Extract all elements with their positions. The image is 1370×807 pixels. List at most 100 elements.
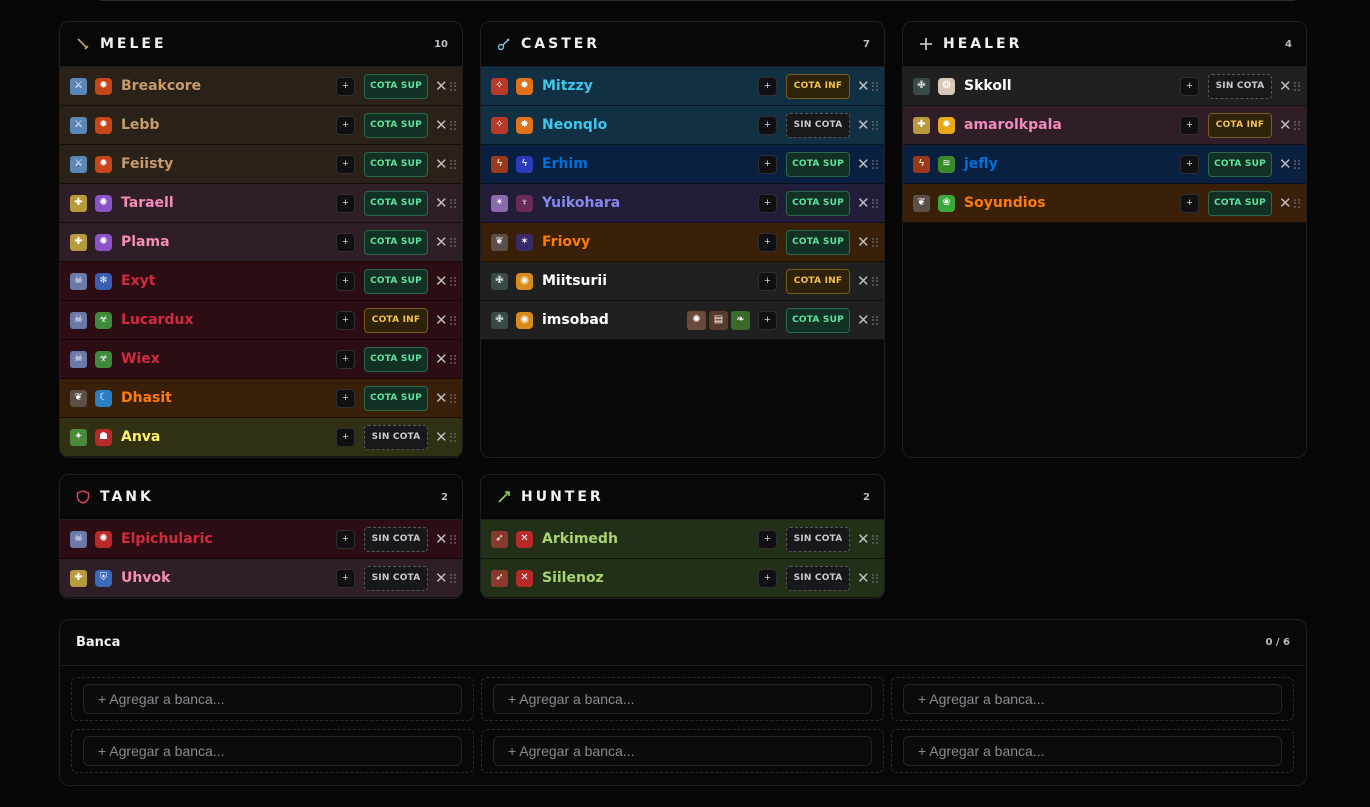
remove-icon[interactable]: ✕: [1279, 116, 1292, 134]
drag-handle-icon[interactable]: [872, 81, 878, 91]
drag-handle-icon[interactable]: [872, 534, 878, 544]
player-row[interactable]: ✚ ⛨ Uhvok + SIN COTA ✕: [60, 559, 462, 598]
player-row[interactable]: ✚ ✹ amarolkpala + COTA INF ✕: [903, 106, 1306, 145]
remove-icon[interactable]: ✕: [857, 530, 870, 548]
player-row[interactable]: ➶ ✕ Siilenoz + SIN COTA ✕: [481, 559, 884, 598]
add-button[interactable]: +: [336, 115, 355, 135]
add-button[interactable]: +: [758, 154, 777, 174]
drag-handle-icon[interactable]: [872, 159, 878, 169]
add-button[interactable]: +: [336, 529, 355, 549]
drag-handle-icon[interactable]: [450, 432, 456, 442]
drag-handle-icon[interactable]: [450, 276, 456, 286]
drag-handle-icon[interactable]: [450, 534, 456, 544]
cota-badge[interactable]: COTA SUP: [786, 190, 850, 216]
add-button[interactable]: +: [1180, 193, 1199, 213]
remove-icon[interactable]: ✕: [435, 530, 448, 548]
remove-icon[interactable]: ✕: [1279, 77, 1292, 95]
drag-handle-icon[interactable]: [872, 120, 878, 130]
remove-icon[interactable]: ✕: [435, 389, 448, 407]
add-button[interactable]: +: [336, 232, 355, 252]
remove-icon[interactable]: ✕: [435, 155, 448, 173]
drag-handle-icon[interactable]: [450, 315, 456, 325]
remove-icon[interactable]: ✕: [435, 272, 448, 290]
cota-badge[interactable]: COTA INF: [364, 307, 428, 333]
drag-handle-icon[interactable]: [450, 120, 456, 130]
add-button[interactable]: +: [336, 76, 355, 96]
player-row[interactable]: ❦ ❀ Soyundios + COTA SUP ✕: [903, 184, 1306, 223]
cota-badge[interactable]: COTA SUP: [1208, 151, 1272, 177]
remove-icon[interactable]: ✕: [1279, 155, 1292, 173]
drag-handle-icon[interactable]: [1294, 81, 1300, 91]
add-button[interactable]: +: [758, 271, 777, 291]
bank-slot-input[interactable]: + Agregar a banca...: [83, 684, 462, 714]
cota-badge[interactable]: COTA SUP: [1208, 190, 1272, 216]
cota-badge[interactable]: SIN COTA: [364, 526, 428, 552]
add-button[interactable]: +: [336, 271, 355, 291]
player-row[interactable]: ⚔ ✹ Feiisty + COTA SUP ✕: [60, 145, 462, 184]
bank-slot-input[interactable]: + Agregar a banca...: [493, 684, 872, 714]
remove-icon[interactable]: ✕: [435, 311, 448, 329]
remove-icon[interactable]: ✕: [857, 569, 870, 587]
player-row[interactable]: ➶ ✕ Arkimedh + SIN COTA ✕: [481, 520, 884, 559]
cota-badge[interactable]: COTA SUP: [364, 346, 428, 372]
cota-badge[interactable]: COTA SUP: [364, 151, 428, 177]
add-button[interactable]: +: [336, 388, 355, 408]
bank-slot-input[interactable]: + Agregar a banca...: [903, 736, 1282, 766]
cota-badge[interactable]: SIN COTA: [364, 424, 428, 450]
cota-badge[interactable]: COTA INF: [786, 73, 850, 99]
cota-badge[interactable]: SIN COTA: [786, 565, 850, 591]
bank-slot-input[interactable]: + Agregar a banca...: [903, 684, 1282, 714]
drag-handle-icon[interactable]: [450, 393, 456, 403]
add-button[interactable]: +: [758, 193, 777, 213]
cota-badge[interactable]: COTA SUP: [364, 268, 428, 294]
player-row[interactable]: ⚔ ✹ Lebb + COTA SUP ✕: [60, 106, 462, 145]
cota-badge[interactable]: SIN COTA: [364, 565, 428, 591]
cota-badge[interactable]: COTA INF: [786, 268, 850, 294]
remove-icon[interactable]: ✕: [857, 272, 870, 290]
remove-icon[interactable]: ✕: [435, 116, 448, 134]
add-button[interactable]: +: [336, 154, 355, 174]
drag-handle-icon[interactable]: [872, 276, 878, 286]
player-row[interactable]: ❦ ☾ Dhasit + COTA SUP ✕: [60, 379, 462, 418]
remove-icon[interactable]: ✕: [857, 155, 870, 173]
add-button[interactable]: +: [1180, 115, 1199, 135]
add-button[interactable]: +: [336, 310, 355, 330]
add-button[interactable]: +: [758, 529, 777, 549]
player-row[interactable]: ✴ ♆ Yuikohara + COTA SUP ✕: [481, 184, 884, 223]
add-button[interactable]: +: [758, 115, 777, 135]
remove-icon[interactable]: ✕: [435, 428, 448, 446]
drag-handle-icon[interactable]: [1294, 159, 1300, 169]
cota-badge[interactable]: COTA SUP: [786, 307, 850, 333]
cota-badge[interactable]: COTA SUP: [786, 229, 850, 255]
add-button[interactable]: +: [758, 568, 777, 588]
add-button[interactable]: +: [758, 232, 777, 252]
drag-handle-icon[interactable]: [450, 198, 456, 208]
remove-icon[interactable]: ✕: [435, 77, 448, 95]
add-button[interactable]: +: [336, 193, 355, 213]
cota-badge[interactable]: COTA SUP: [364, 112, 428, 138]
bank-slot-input[interactable]: + Agregar a banca...: [83, 736, 462, 766]
player-row[interactable]: ☠ ❄ Exyt + COTA SUP ✕: [60, 262, 462, 301]
cota-badge[interactable]: COTA SUP: [364, 229, 428, 255]
add-button[interactable]: +: [1180, 76, 1199, 96]
cota-badge[interactable]: SIN COTA: [786, 526, 850, 552]
drag-handle-icon[interactable]: [450, 354, 456, 364]
remove-icon[interactable]: ✕: [435, 569, 448, 587]
drag-handle-icon[interactable]: [1294, 198, 1300, 208]
remove-icon[interactable]: ✕: [857, 311, 870, 329]
player-row[interactable]: ✙ ◉ imsobad ✺ ▤ ❧ + COTA SUP ✕: [481, 301, 884, 340]
player-row[interactable]: ⚔ ✹ Breakcore + COTA SUP ✕: [60, 67, 462, 106]
add-button[interactable]: +: [1180, 154, 1199, 174]
remove-icon[interactable]: ✕: [857, 194, 870, 212]
remove-icon[interactable]: ✕: [435, 233, 448, 251]
player-row[interactable]: ✦ ☗ Anva + SIN COTA ✕: [60, 418, 462, 457]
cota-badge[interactable]: SIN COTA: [1208, 73, 1272, 99]
remove-icon[interactable]: ✕: [857, 77, 870, 95]
drag-handle-icon[interactable]: [450, 159, 456, 169]
player-row[interactable]: ✚ ✺ Plama + COTA SUP ✕: [60, 223, 462, 262]
cota-badge[interactable]: SIN COTA: [786, 112, 850, 138]
drag-handle-icon[interactable]: [450, 81, 456, 91]
add-button[interactable]: +: [758, 310, 777, 330]
add-button[interactable]: +: [336, 349, 355, 369]
remove-icon[interactable]: ✕: [435, 194, 448, 212]
